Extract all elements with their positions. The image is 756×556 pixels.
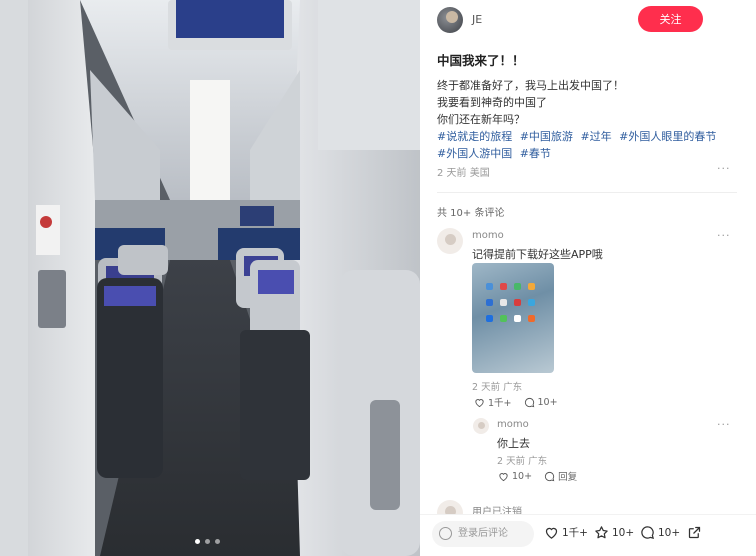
reply-like-button[interactable]: 10+	[498, 471, 532, 482]
comment-actions: 1千+ 10+	[474, 395, 558, 409]
favorite-count: 10+	[612, 526, 635, 539]
comment-input-placeholder: 登录后评论	[458, 528, 508, 539]
hashtag-link[interactable]: #过年	[580, 130, 611, 143]
hashtag-link[interactable]: #春节	[520, 147, 551, 160]
app-icon	[500, 315, 507, 322]
comment-icon	[524, 397, 534, 407]
comment-text: 记得提前下载好这些APP哦	[472, 248, 603, 261]
cabin-photo	[0, 0, 420, 556]
author-avatar[interactable]	[437, 7, 463, 33]
more-icon[interactable]: ···	[717, 418, 731, 431]
author-header: JE 关注	[420, 0, 756, 40]
comment-count: 10+	[658, 526, 681, 539]
app-icon	[500, 283, 507, 290]
star-icon	[595, 526, 608, 539]
favorite-button[interactable]: 10+	[594, 525, 634, 540]
carousel-dot[interactable]	[205, 539, 210, 544]
reply-like-count: 10+	[512, 470, 533, 482]
comment-like-count: 1千+	[488, 398, 512, 409]
app-icon	[528, 315, 535, 322]
hashtag-link[interactable]: #外国人眼里的春节	[619, 130, 716, 143]
app-icon	[514, 299, 521, 306]
reply-text: 你上去	[497, 437, 530, 450]
comment-icon	[641, 526, 655, 540]
comment-image[interactable]	[472, 263, 554, 373]
reply-button[interactable]: 回复	[544, 469, 577, 483]
app-icon	[514, 283, 521, 290]
app-icon	[528, 299, 535, 306]
app-icon	[486, 315, 493, 322]
app-icon	[528, 283, 535, 290]
like-count: 1千+	[562, 527, 588, 539]
follow-button[interactable]: 关注	[638, 6, 703, 32]
reply-meta: 2 天前 广东	[497, 456, 548, 467]
like-button[interactable]: 1千+	[544, 525, 588, 540]
note-line: 终于都准备好了，我马上出发中国了！	[437, 79, 624, 92]
bottom-action-bar: 登录后评论 1千+ 10+ 10+	[420, 514, 756, 556]
tag-list: #说就走的旅程 #中国旅游 #过年 #外国人眼里的春节 #外国人游中国 #春节	[437, 128, 737, 162]
note-line: 你们还在新年吗？	[437, 113, 525, 126]
note-line: 我要看到神奇的中国了	[437, 96, 547, 109]
reply-label: 回复	[558, 472, 578, 483]
more-icon[interactable]: ···	[717, 229, 731, 242]
note-meta: 2 天前 美国	[437, 168, 490, 179]
carousel-dots	[195, 539, 220, 544]
app-icon	[514, 315, 521, 322]
note-title: 中国我来了！！	[437, 53, 525, 68]
reply-name[interactable]: momo	[497, 419, 529, 430]
share-button[interactable]	[687, 525, 702, 540]
comment-meta: 2 天前 广东	[472, 382, 523, 393]
comment-like-button[interactable]: 1千+	[474, 395, 512, 409]
note-detail-panel: JE 关注 中国我来了！！ 终于都准备好了，我马上出发中国了！ 我要看到神奇的中…	[420, 0, 756, 556]
heart-icon	[475, 398, 484, 407]
user-icon	[439, 527, 452, 540]
author-name[interactable]: JE	[472, 13, 482, 26]
note-page: JE 关注 中国我来了！！ 终于都准备好了，我马上出发中国了！ 我要看到神奇的中…	[0, 0, 756, 556]
app-icon	[486, 299, 493, 306]
comment-icon	[544, 471, 555, 481]
comment-reply-button[interactable]: 10+	[524, 397, 558, 408]
reply-actions: 10+ 回复	[498, 469, 577, 483]
comment-button[interactable]: 10+	[640, 525, 680, 540]
carousel-dot[interactable]	[195, 539, 200, 544]
heart-icon	[545, 527, 558, 539]
commenter-name[interactable]: momo	[472, 230, 504, 241]
comment-input[interactable]: 登录后评论	[432, 521, 534, 547]
comment-reply-count: 10+	[537, 396, 558, 408]
share-icon	[688, 526, 701, 539]
hashtag-link[interactable]: #中国旅游	[520, 130, 573, 143]
reply-avatar[interactable]	[473, 418, 489, 434]
commenter-avatar[interactable]	[437, 228, 463, 254]
comments-count: 共 10+ 条评论	[437, 208, 505, 219]
carousel-dot[interactable]	[215, 539, 220, 544]
hashtag-link[interactable]: #说就走的旅程	[437, 130, 512, 143]
heart-icon	[499, 472, 508, 481]
post-image[interactable]	[0, 0, 420, 556]
hashtag-link[interactable]: #外国人游中国	[437, 147, 512, 160]
note-content: 中国我来了！！ 终于都准备好了，我马上出发中国了！ 我要看到神奇的中国了 你们还…	[437, 50, 737, 162]
divider	[437, 192, 737, 193]
more-icon[interactable]: ···	[717, 162, 731, 175]
app-icon	[486, 283, 493, 290]
app-icon	[500, 299, 507, 306]
